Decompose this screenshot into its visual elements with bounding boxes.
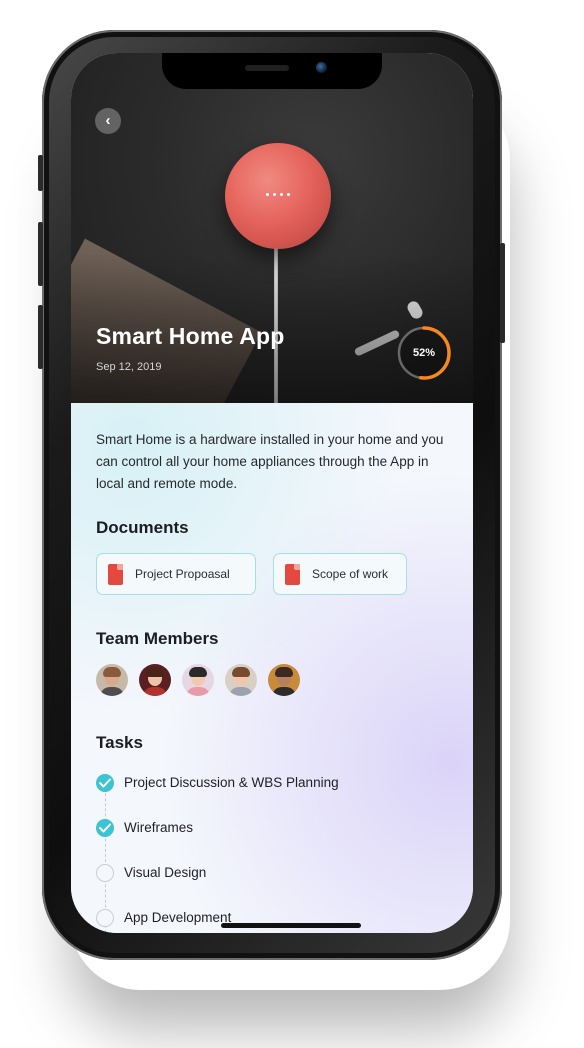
pdf-file-icon	[285, 564, 300, 585]
app-screen: ‹ Smart Home App Sep 12, 2019 52% Smart …	[71, 53, 473, 933]
volume-up-button	[38, 222, 43, 286]
empty-circle-icon[interactable]	[96, 909, 114, 927]
document-card[interactable]: Scope of work	[273, 553, 407, 595]
earpiece-speaker	[245, 65, 289, 71]
chevron-left-icon: ‹	[105, 112, 111, 129]
task-label: Visual Design	[124, 865, 207, 880]
hero-header: ‹ Smart Home App Sep 12, 2019 52%	[71, 53, 473, 403]
progress-ring: 52%	[396, 325, 452, 381]
project-date: Sep 12, 2019	[96, 361, 162, 373]
document-label: Scope of work	[312, 567, 389, 581]
avatar[interactable]	[96, 664, 128, 696]
team-members-heading: Team Members	[96, 629, 219, 648]
task-label: App Development	[124, 910, 232, 925]
task-label: Wireframes	[124, 820, 194, 835]
front-camera	[316, 62, 327, 73]
hero-photo-smart-speaker	[225, 143, 331, 249]
checkmark-icon[interactable]	[96, 774, 114, 792]
document-label: Project Propoasal	[135, 567, 230, 581]
mute-switch	[38, 155, 43, 191]
project-details: Smart Home is a hardware installed in yo…	[71, 403, 473, 933]
power-button	[500, 243, 505, 343]
document-card[interactable]: Project Propoasal	[96, 553, 256, 595]
avatar[interactable]	[268, 664, 300, 696]
empty-circle-icon[interactable]	[96, 864, 114, 882]
checkmark-icon[interactable]	[96, 819, 114, 837]
avatar[interactable]	[139, 664, 171, 696]
progress-percent: 52%	[412, 347, 436, 359]
volume-down-button	[38, 305, 43, 369]
back-button[interactable]: ‹	[95, 108, 121, 134]
documents-heading: Documents	[96, 518, 189, 537]
avatar[interactable]	[182, 664, 214, 696]
tasks-heading: Tasks	[96, 733, 143, 752]
avatar[interactable]	[225, 664, 257, 696]
notch	[162, 53, 382, 89]
pdf-file-icon	[108, 564, 123, 585]
task-label: Project Discussion & WBS Planning	[124, 775, 339, 790]
home-indicator[interactable]	[221, 923, 361, 928]
project-title: Smart Home App	[96, 323, 285, 349]
project-description: Smart Home is a hardware installed in yo…	[96, 432, 444, 491]
